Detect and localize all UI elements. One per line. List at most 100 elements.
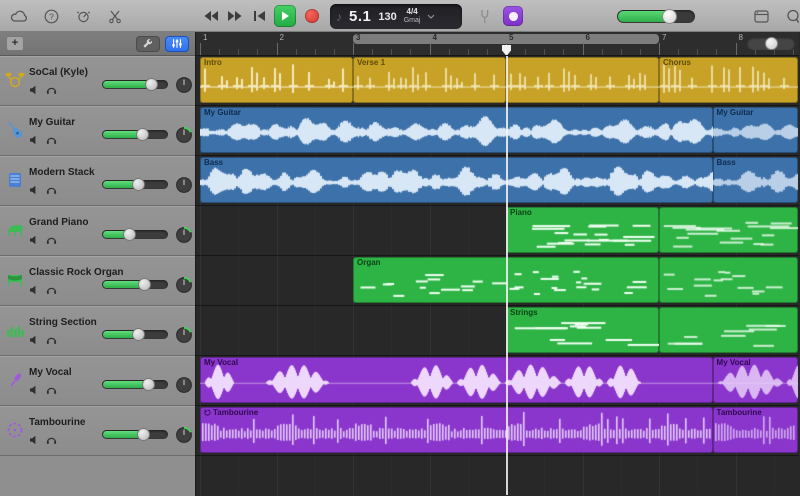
master-volume-slider[interactable] <box>617 10 695 23</box>
solo-button[interactable] <box>46 382 57 400</box>
solo-button[interactable] <box>46 332 57 350</box>
rewind-button[interactable] <box>202 7 220 25</box>
region-label-text: Intro <box>204 58 222 67</box>
region-label: My Guitar <box>200 107 245 118</box>
region[interactable]: Strings <box>506 307 659 353</box>
track-volume-knob[interactable] <box>132 178 145 191</box>
pan-knob[interactable] <box>175 76 193 94</box>
track-row[interactable]: SoCal (Kyle) <box>0 56 195 106</box>
timeline-ruler[interactable]: 12345678 <box>196 32 799 56</box>
track-controls-button[interactable] <box>165 36 189 52</box>
bar-number: 7 <box>662 33 666 42</box>
lcd-display[interactable]: ♪ 5.1 130 4/4 Gmaj <box>330 4 462 29</box>
track-row[interactable]: Modern Stack <box>0 156 195 206</box>
track-volume-knob[interactable] <box>132 328 145 341</box>
track-volume-knob[interactable] <box>123 228 136 241</box>
region-label-text: My Vocal <box>204 358 238 367</box>
region[interactable]: Bass <box>200 157 713 203</box>
timeline-row: Strings <box>196 306 799 356</box>
mute-button[interactable] <box>29 232 39 250</box>
track-mute-solo <box>29 382 57 400</box>
region[interactable]: My Vocal <box>200 357 713 403</box>
mute-button[interactable] <box>29 182 39 200</box>
region[interactable]: Tambourine <box>200 407 713 453</box>
track-volume-knob[interactable] <box>145 78 158 91</box>
pan-knob[interactable] <box>175 276 193 294</box>
track-list: SoCal (Kyle)My GuitarModern StackGrand P… <box>0 56 195 456</box>
track-row[interactable]: Grand Piano <box>0 206 195 256</box>
add-track-button[interactable]: + <box>6 36 24 51</box>
solo-button[interactable] <box>46 132 57 150</box>
lcd-time-signature: 4/4 <box>407 8 418 17</box>
zoom-slider[interactable] <box>747 37 795 50</box>
track-volume-knob[interactable] <box>136 128 149 141</box>
track-volume-slider[interactable] <box>102 280 168 289</box>
zoom-knob[interactable] <box>765 37 778 50</box>
pan-knob[interactable] <box>175 326 193 344</box>
editor-scissors-icon[interactable] <box>104 5 126 27</box>
cloud-icon[interactable] <box>8 5 30 27</box>
track-volume-slider[interactable] <box>102 430 168 439</box>
loop-browser-icon[interactable] <box>782 5 800 27</box>
chevron-down-icon[interactable] <box>427 14 435 19</box>
track-volume-slider[interactable] <box>102 380 168 389</box>
region[interactable]: Bass <box>713 157 798 203</box>
tuner-icon[interactable] <box>478 0 491 32</box>
region[interactable]: Chorus <box>659 57 798 103</box>
region[interactable]: Intro <box>200 57 353 103</box>
track-volume-knob[interactable] <box>138 278 151 291</box>
track-row[interactable]: My Vocal <box>0 356 195 406</box>
region[interactable] <box>659 257 798 303</box>
track-config-button[interactable] <box>136 36 160 52</box>
region-label-text: Bass <box>717 158 736 167</box>
fast-forward-button[interactable] <box>226 7 244 25</box>
region[interactable]: Piano <box>506 207 659 253</box>
track-volume-knob[interactable] <box>137 428 150 441</box>
go-to-beginning-button[interactable] <box>250 7 268 25</box>
track-volume-slider[interactable] <box>102 80 168 89</box>
smart-controls-icon[interactable] <box>72 5 94 27</box>
region[interactable] <box>659 207 798 253</box>
region[interactable] <box>506 57 659 103</box>
playhead-pin[interactable] <box>502 45 511 56</box>
track-row[interactable]: Classic Rock Organ <box>0 256 195 306</box>
solo-button[interactable] <box>46 182 57 200</box>
track-row[interactable]: Tambourine <box>0 406 195 456</box>
region[interactable]: Verse 1 <box>353 57 506 103</box>
pan-knob[interactable] <box>175 226 193 244</box>
region[interactable]: My Vocal <box>713 357 798 403</box>
track-row[interactable]: String Section <box>0 306 195 356</box>
track-volume-knob[interactable] <box>142 378 155 391</box>
region[interactable]: My Guitar <box>713 107 798 153</box>
app-badge-icon[interactable] <box>503 6 523 26</box>
pan-knob[interactable] <box>175 126 193 144</box>
solo-button[interactable] <box>46 282 57 300</box>
playhead[interactable] <box>506 56 508 495</box>
play-button[interactable] <box>274 5 296 27</box>
pan-knob[interactable] <box>175 376 193 394</box>
track-volume-slider[interactable] <box>102 330 168 339</box>
help-icon[interactable]: ? <box>40 5 62 27</box>
track-volume-slider[interactable] <box>102 230 168 239</box>
media-browser-icon[interactable] <box>750 5 772 27</box>
mute-button[interactable] <box>29 382 39 400</box>
master-volume-knob[interactable] <box>662 9 677 24</box>
solo-button[interactable] <box>46 432 57 450</box>
mute-button[interactable] <box>29 332 39 350</box>
track-volume-slider[interactable] <box>102 180 168 189</box>
pan-knob[interactable] <box>175 426 193 444</box>
mute-button[interactable] <box>29 82 39 100</box>
track-volume-slider[interactable] <box>102 130 168 139</box>
record-button[interactable] <box>305 9 319 23</box>
region-label: Intro <box>200 57 226 68</box>
solo-button[interactable] <box>46 82 57 100</box>
region[interactable] <box>659 307 798 353</box>
track-row[interactable]: My Guitar <box>0 106 195 156</box>
region[interactable]: My Guitar <box>200 107 713 153</box>
mute-button[interactable] <box>29 132 39 150</box>
pan-knob[interactable] <box>175 176 193 194</box>
mute-button[interactable] <box>29 282 39 300</box>
mute-button[interactable] <box>29 432 39 450</box>
region[interactable]: Tambourine <box>713 407 798 453</box>
solo-button[interactable] <box>46 232 57 250</box>
